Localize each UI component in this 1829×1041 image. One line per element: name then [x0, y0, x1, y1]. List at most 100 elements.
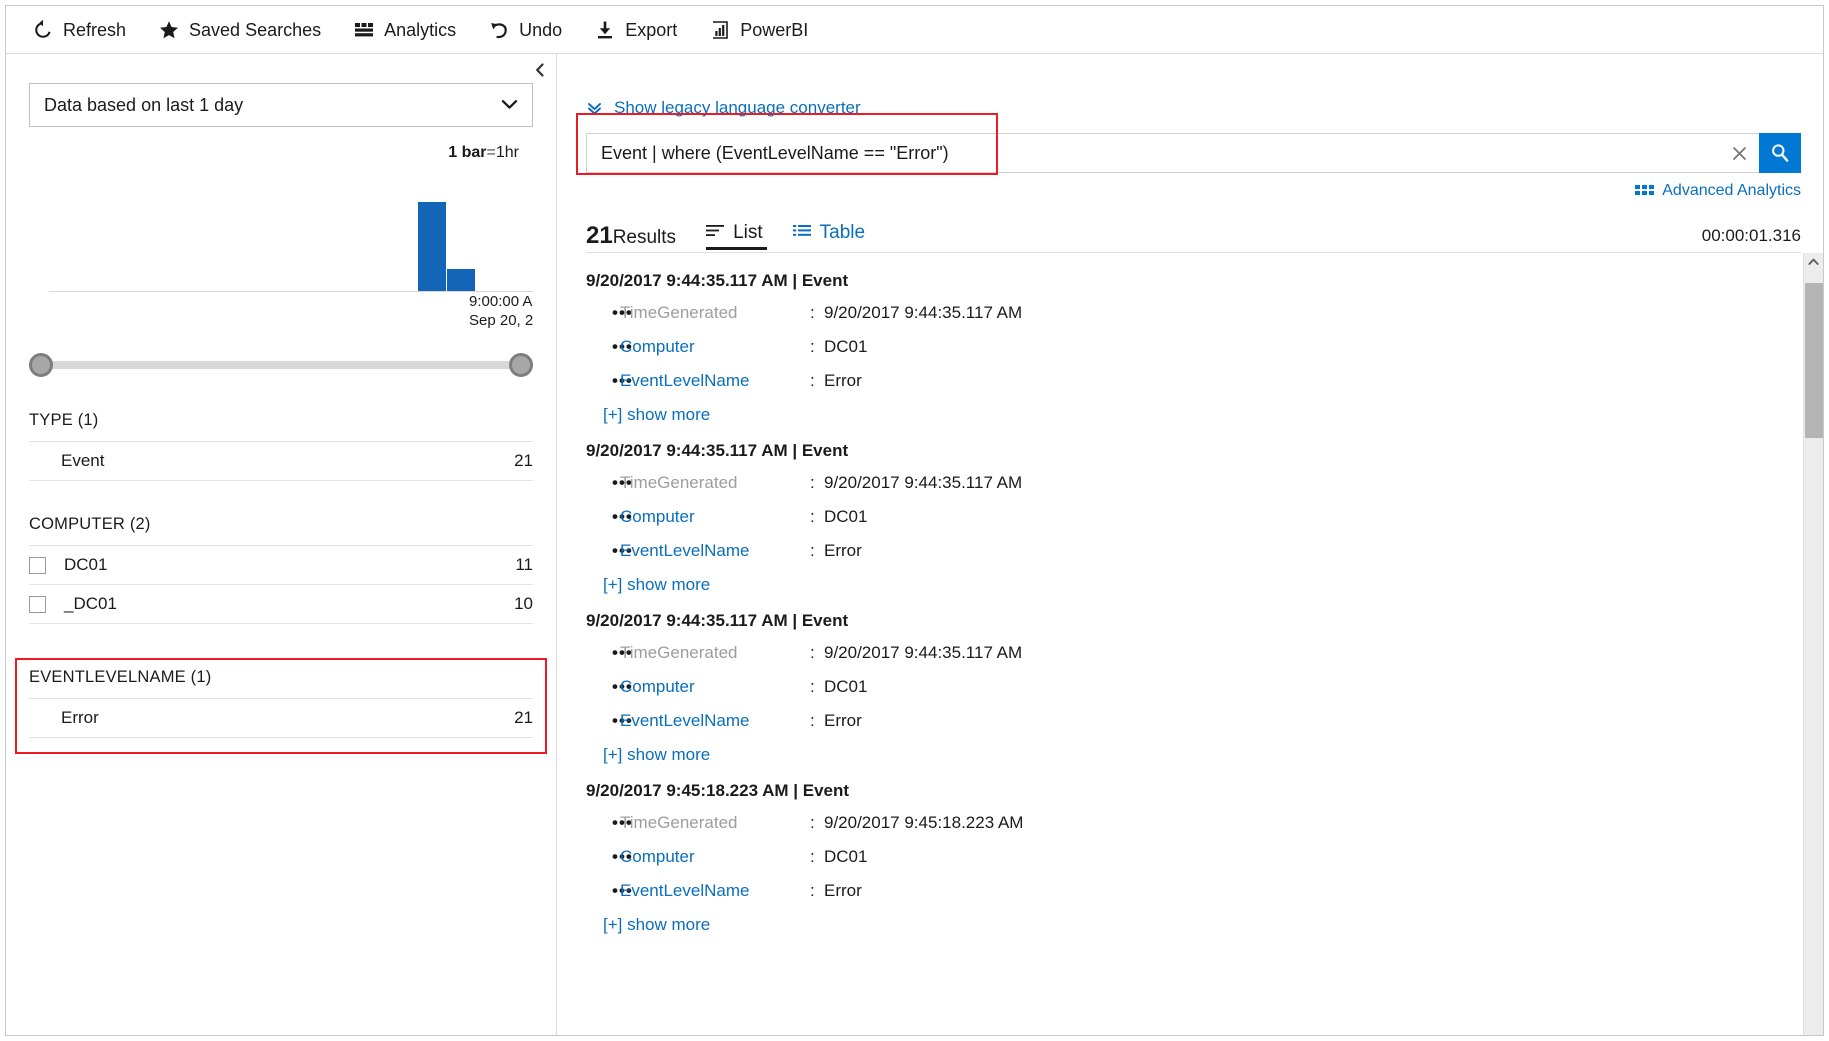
advanced-analytics-link[interactable]: Advanced Analytics: [586, 182, 1801, 200]
time-range-slider[interactable]: [29, 353, 533, 377]
facet-title-name: TYPE: [29, 411, 73, 429]
scroll-up-icon[interactable]: [1804, 253, 1823, 271]
show-more-link[interactable]: [+] show more: [586, 745, 1791, 765]
result-field-name[interactable]: EventLevelName: [620, 541, 810, 561]
main-toolbar: Refresh Saved Searches Analytics Undo Ex…: [6, 6, 1823, 54]
result-field-value: Error: [824, 371, 862, 390]
field-menu-icon[interactable]: •••: [586, 711, 632, 731]
facet-title-name: COMPUTER: [29, 515, 126, 533]
result-field-name[interactable]: Computer: [620, 507, 810, 527]
field-menu-icon[interactable]: •••: [586, 507, 632, 527]
facet-row[interactable]: _DC01 10: [29, 585, 533, 624]
undo-icon: [488, 19, 510, 41]
field-menu-icon[interactable]: •••: [586, 541, 632, 561]
facet-row[interactable]: Error 21: [29, 699, 533, 738]
field-menu-icon[interactable]: •••: [586, 677, 632, 697]
toolbar-button-refresh[interactable]: Refresh: [32, 19, 126, 41]
results-list: 9/20/2017 9:44:35.117 AM | Event ••• TimeG…: [586, 253, 1801, 935]
chevron-left-icon[interactable]: [531, 61, 549, 79]
toolbar-label-undo: Undo: [519, 19, 563, 40]
grid-icon: [1635, 184, 1655, 199]
result-entry-header: 9/20/2017 9:44:35.117 AM | Event: [586, 611, 849, 630]
tab-table[interactable]: Table: [792, 222, 865, 250]
powerbi-icon: [709, 19, 731, 41]
field-menu-icon[interactable]: •••: [586, 371, 632, 391]
show-legacy-language-converter-link[interactable]: Show legacy language converter: [586, 98, 861, 118]
facet-row[interactable]: Event 21: [29, 442, 533, 481]
histogram-plot: [49, 175, 533, 292]
analytics-window: Refresh Saved Searches Analytics Undo Ex…: [5, 5, 1824, 1036]
result-field-value: DC01: [824, 677, 868, 696]
result-field: ••• TimeGenerated:9/20/2017 9:44:35.117 A…: [586, 473, 1791, 493]
result-field-name[interactable]: EventLevelName: [620, 881, 810, 901]
result-field: ••• TimeGenerated:9/20/2017 9:44:35.117 A…: [586, 643, 1791, 663]
close-icon[interactable]: [1719, 133, 1759, 173]
result-field-value: DC01: [824, 847, 868, 866]
field-separator: :: [810, 541, 815, 560]
field-menu-icon[interactable]: •••: [586, 881, 632, 901]
axis-label-date: Sep 20, 2: [469, 311, 533, 329]
toolbar-label-saved-searches: Saved Searches: [189, 19, 322, 40]
field-menu-icon[interactable]: •••: [586, 643, 632, 663]
result-field-name[interactable]: EventLevelName: [620, 371, 810, 391]
result-field-name[interactable]: EventLevelName: [620, 711, 810, 731]
result-field: ••• Computer: DC01: [586, 337, 1791, 357]
bar-legend-prefix: 1 bar: [448, 144, 487, 161]
facet-title-name: EVENTLEVELNAME: [29, 668, 186, 686]
field-menu-icon[interactable]: •••: [586, 813, 632, 833]
show-more-link[interactable]: [+] show more: [586, 405, 1791, 425]
result-field-name[interactable]: Computer: [620, 337, 810, 357]
facet-row-label: DC01: [64, 555, 108, 574]
facet-row-count: 21: [514, 451, 533, 470]
refresh-icon: [32, 19, 54, 41]
result-field-name[interactable]: Computer: [620, 847, 810, 867]
result-field: ••• Computer: DC01: [586, 507, 1791, 527]
field-separator: :: [810, 711, 815, 730]
facet-checkbox[interactable]: [29, 556, 46, 574]
query-duration: 00:00:01.316: [1701, 226, 1801, 245]
facet-row-count: 11: [515, 555, 533, 574]
time-range-select[interactable]: Data based on last 1 day: [29, 83, 533, 127]
toolbar-button-undo[interactable]: Undo: [488, 19, 562, 41]
result-entry: 9/20/2017 9:44:35.117 AM | Event ••• TimeG…: [586, 271, 1791, 425]
facet-title: EVENTLEVELNAME (1): [29, 668, 533, 699]
toolbar-button-analytics[interactable]: Analytics: [353, 19, 456, 41]
results-scroll-region[interactable]: 9/20/2017 9:44:35.117 AM | Event ••• TimeG…: [586, 253, 1823, 1035]
field-menu-icon[interactable]: •••: [586, 473, 632, 493]
field-separator: :: [810, 847, 815, 866]
field-separator: :: [810, 337, 815, 356]
chevron-down-icon: [501, 95, 518, 115]
slider-thumb-end[interactable]: [509, 353, 533, 377]
field-separator: :: [810, 677, 815, 696]
scrollbar-thumb[interactable]: [1805, 283, 1823, 438]
histogram-bar[interactable]: [447, 269, 475, 291]
facet-title-count: (1): [190, 668, 212, 686]
tab-list[interactable]: List: [706, 222, 767, 250]
facet-group: COMPUTER (2) DC01 11 _DC01 10: [29, 515, 533, 624]
field-menu-icon[interactable]: •••: [586, 337, 632, 357]
search-icon[interactable]: [1759, 133, 1801, 173]
toolbar-button-export[interactable]: Export: [594, 19, 677, 41]
toolbar-button-powerbi[interactable]: PowerBI: [709, 19, 808, 41]
time-histogram[interactable]: 1 bar=1hr 9:00:00 A Sep 20, 2: [29, 141, 533, 329]
field-separator: :: [810, 643, 815, 662]
field-menu-icon[interactable]: •••: [586, 847, 632, 867]
facet-row[interactable]: DC01 11: [29, 546, 533, 585]
facet-group: TYPE (1) Event 21: [29, 411, 533, 481]
show-more-link[interactable]: [+] show more: [586, 575, 1791, 595]
toolbar-label-powerbi: PowerBI: [740, 19, 809, 40]
time-range-value: Data based on last 1 day: [44, 94, 244, 115]
slider-track[interactable]: [39, 361, 523, 369]
facet-title-count: (1): [77, 411, 99, 429]
filter-sidebar: Data based on last 1 day 1 bar=1hr 9:00:…: [6, 54, 557, 1035]
query-input[interactable]: Event | where (EventLevelName == "Error"…: [586, 133, 1719, 173]
field-menu-icon[interactable]: •••: [586, 303, 632, 323]
histogram-bars: [49, 174, 533, 291]
histogram-bar[interactable]: [418, 202, 446, 291]
toolbar-button-saved-searches[interactable]: Saved Searches: [158, 19, 321, 41]
show-more-link[interactable]: [+] show more: [586, 915, 1791, 935]
slider-thumb-start[interactable]: [29, 353, 53, 377]
facet-checkbox[interactable]: [29, 595, 46, 613]
result-field-name[interactable]: Computer: [620, 677, 810, 697]
results-scrollbar[interactable]: [1803, 253, 1823, 1035]
